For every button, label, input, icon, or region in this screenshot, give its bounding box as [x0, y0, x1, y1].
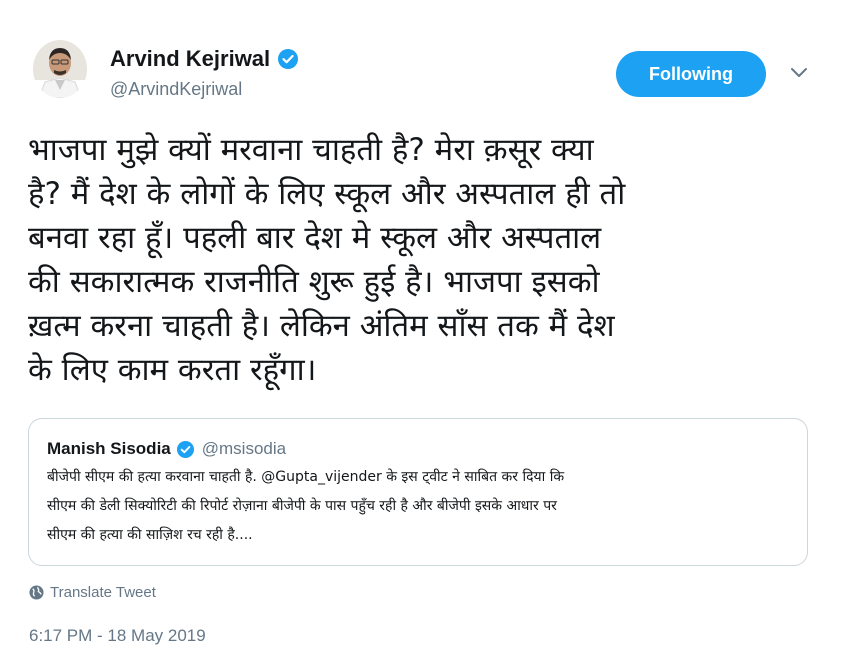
- quoted-tweet-text: बीजेपी सीएम की हत्या करवाना चाहती है. @G…: [47, 463, 797, 550]
- quoted-tweet-card[interactable]: Manish Sisodia @msisodia बीजेपी सीएम की …: [28, 418, 808, 566]
- quoted-author-handle: @msisodia: [201, 439, 287, 458]
- author-avatar[interactable]: [33, 40, 87, 98]
- translate-tweet-link[interactable]: Translate Tweet: [29, 584, 156, 601]
- quoted-tweet-header: Manish Sisodia @msisodia: [47, 439, 286, 459]
- quoted-author-name: Manish Sisodia: [47, 439, 171, 458]
- quoted-tweet-line: बीजेपी सीएम की हत्या करवाना चाहती है. @G…: [47, 469, 565, 485]
- author-name-row: Arvind Kejriwal: [110, 46, 299, 72]
- chevron-down-icon[interactable]: [790, 66, 808, 80]
- verified-badge-icon: [278, 49, 299, 69]
- globe-icon: [29, 585, 44, 600]
- author-handle[interactable]: @ArvindKejriwal: [110, 79, 242, 100]
- tweet-line: है? मैं देश के लोगों के लिए स्कूल और अस्…: [28, 176, 626, 212]
- tweet-line: की सकारात्मक राजनीति शुरू हुई है। भाजपा …: [28, 264, 600, 300]
- tweet-text: भाजपा मुझे क्यों मरवाना चाहती है? मेरा क…: [28, 128, 818, 392]
- tweet-line: ख़त्म करना चाहती है। लेकिन अंतिम साँस तक…: [28, 308, 615, 344]
- verified-badge-icon: [176, 440, 194, 458]
- tweet-line: बनवा रहा हूँ। पहली बार देश मे स्कूल और अ…: [28, 220, 602, 256]
- tweet-line: भाजपा मुझे क्यों मरवाना चाहती है? मेरा क…: [28, 132, 594, 168]
- following-button[interactable]: Following: [616, 51, 766, 97]
- tweet-line: के लिए काम करता रहूँगा।: [28, 352, 317, 388]
- translate-tweet-label[interactable]: Translate Tweet: [50, 584, 156, 601]
- author-name[interactable]: Arvind Kejriwal: [110, 46, 270, 72]
- tweet-timestamp[interactable]: 6:17 PM - 18 May 2019: [29, 626, 206, 646]
- quoted-tweet-line: सीएम की डेली सिक्योरिटी की रिपोर्ट रोज़ा…: [47, 498, 557, 514]
- quoted-tweet-line: सीएम की हत्या की साज़िश रच रही है....: [47, 527, 253, 543]
